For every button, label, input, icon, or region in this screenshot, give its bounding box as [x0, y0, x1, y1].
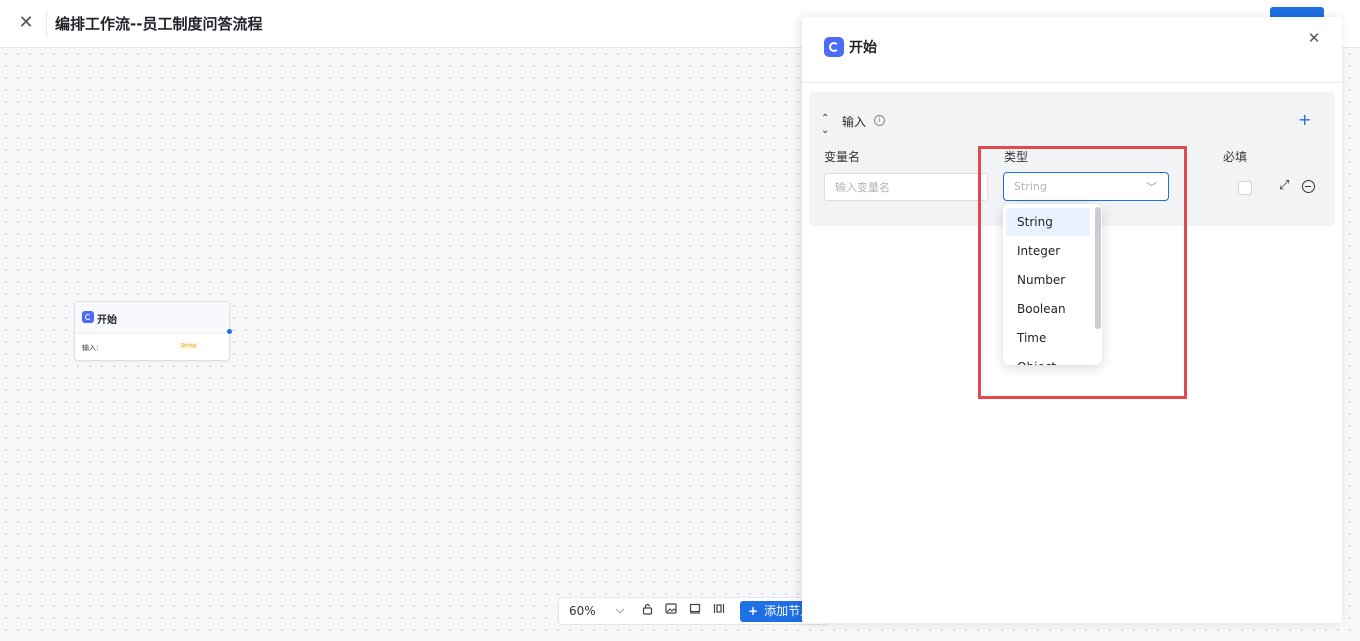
header-divider [46, 10, 47, 38]
collapse-icon[interactable]: ⌃ ⌄ [821, 113, 829, 137]
type-select[interactable]: String ﹀ [1003, 172, 1169, 201]
page-title: 编排工作流--员工制度问答流程 [55, 15, 263, 33]
type-dropdown: String Integer Number Boolean Time Objec… [1003, 204, 1102, 365]
expand-icon[interactable]: ⤢ [1279, 178, 1289, 193]
output-port[interactable] [227, 329, 232, 334]
type-option-boolean[interactable]: Boolean [1006, 295, 1090, 323]
start-node[interactable]: 开始 输入: String [74, 301, 232, 361]
type-option-number[interactable]: Number [1006, 266, 1090, 294]
lock-icon[interactable] [639, 603, 655, 619]
type-select-value: String [1014, 180, 1047, 193]
start-node-icon [82, 311, 94, 323]
type-option-integer[interactable]: Integer [1006, 237, 1090, 265]
type-option-time[interactable]: Time [1006, 324, 1090, 352]
add-variable-icon[interactable]: + [1298, 110, 1311, 129]
start-node-input-tag: String [179, 343, 198, 349]
fit-view-icon[interactable] [687, 603, 703, 619]
info-icon[interactable]: i [874, 115, 885, 126]
close-icon[interactable]: ✕ [16, 13, 36, 33]
type-option-string[interactable]: String [1006, 208, 1090, 236]
close-icon[interactable]: ✕ [1306, 30, 1322, 46]
chevron-down-icon[interactable]: ⌵ [616, 603, 624, 617]
canvas-toolbar: 60% ⌵ + 添加节点 [558, 597, 830, 625]
plus-icon: + [748, 604, 759, 618]
panel-title: 开始 [849, 40, 877, 56]
column-header-required: 必填 [1223, 150, 1248, 164]
chevron-down-icon: ﹀ [1146, 181, 1157, 194]
start-icon [824, 37, 844, 57]
remove-variable-icon[interactable] [1302, 180, 1315, 193]
type-option-object[interactable]: Object [1006, 353, 1090, 365]
input-section-title: 输入 [842, 115, 867, 129]
panel-header: 开始 ✕ [802, 17, 1342, 83]
column-header-type: 类型 [1004, 150, 1029, 164]
start-node-title: 开始 [97, 315, 117, 326]
dropdown-scrollbar[interactable] [1095, 207, 1101, 329]
variable-name-input[interactable] [824, 173, 988, 201]
start-node-input-label: 输入: [82, 344, 99, 352]
required-checkbox[interactable] [1238, 181, 1252, 195]
zoom-level[interactable]: 60% [569, 604, 596, 618]
column-header-name: 变量名 [824, 150, 861, 164]
image-icon[interactable] [663, 603, 679, 619]
layout-icon[interactable] [711, 603, 727, 619]
